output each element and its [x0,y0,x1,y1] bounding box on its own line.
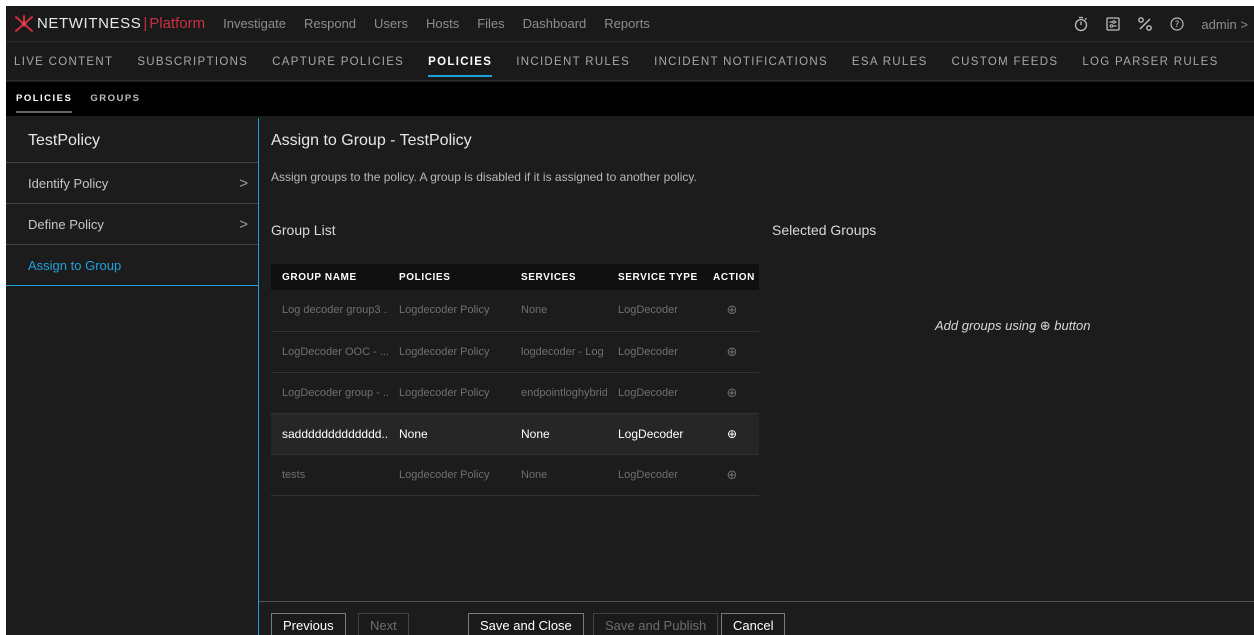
cell-service-type: LogDecoder [607,290,705,332]
tab-policies[interactable]: POLICIES [428,43,493,81]
tab-log-parser-rules[interactable]: LOG PARSER RULES [1082,43,1218,81]
cell-policies: None [388,413,510,455]
admin-menu[interactable]: admin > [1201,17,1248,32]
sub-tabs: POLICIES GROUPS [6,82,1254,116]
stopwatch-icon[interactable] [1065,6,1097,42]
tab-incident-notifications[interactable]: INCIDENT NOTIFICATIONS [654,43,828,81]
group-list-title: Group List [271,222,336,238]
cell-policies: Logdecoder Policy [388,331,510,373]
nav-investigate[interactable]: Investigate [223,16,286,31]
wizard-footer: Previous Next Save and Close Save and Pu… [259,601,1254,635]
cell-services: endpointloghybrid [510,372,607,414]
cell-policies: Logdecoder Policy [388,454,510,496]
cell-service-type: LogDecoder [607,331,705,373]
table-row[interactable]: saddddddddddddd... None None LogDecoder … [271,413,759,455]
cancel-button[interactable]: Cancel [721,613,786,635]
table-row: tests Logdecoder Policy None LogDecoder … [271,454,759,496]
top-right-tools: ? admin > [1065,6,1254,42]
cell-group-name: Log decoder group3 ... [271,290,388,332]
step-label: Define Policy [28,217,104,232]
main-nav-links: Investigate Respond Users Hosts Files Da… [223,16,650,31]
cell-policies: Logdecoder Policy [388,290,510,332]
brand-platform: Platform [149,15,206,32]
nav-respond[interactable]: Respond [304,16,356,31]
cell-services: None [510,454,607,496]
cell-services: None [510,290,607,332]
config-tabs: LIVE CONTENT SUBSCRIPTIONS CAPTURE POLIC… [6,43,1254,81]
nav-files[interactable]: Files [477,16,504,31]
svg-text:?: ? [1175,20,1180,30]
selected-groups-title: Selected Groups [772,222,877,238]
step-label: Identify Policy [28,176,109,191]
save-and-close-button[interactable]: Save and Close [468,613,584,635]
step-assign-to-group[interactable]: Assign to Group [6,245,258,286]
page-title: Assign to Group - TestPolicy [271,132,472,149]
next-button[interactable]: Next [358,613,409,635]
cell-services: logdecoder - Log D [510,331,607,373]
cell-services: None [510,413,607,455]
subtab-groups[interactable]: GROUPS [90,82,140,116]
step-define-policy[interactable]: Define Policy > [6,204,258,245]
cell-service-type: LogDecoder [607,372,705,414]
cell-service-type: LogDecoder [607,454,705,496]
column-header-service-type[interactable]: SERVICE TYPE [607,264,705,290]
column-header-policies[interactable]: POLICIES [388,264,510,290]
add-circle-icon: ⊕ [705,331,759,373]
tab-esa-rules[interactable]: ESA RULES [852,43,928,81]
cell-group-name: tests [271,454,388,496]
wizard-steps-panel: TestPolicy Identify Policy > Define Poli… [6,118,259,635]
cell-service-type: LogDecoder [607,413,705,455]
tab-incident-rules[interactable]: INCIDENT RULES [516,43,630,81]
brand-separator: | [143,15,148,32]
table-header-row: GROUP NAME POLICIES SERVICES SERVICE TYP… [271,264,759,290]
step-label: Assign to Group [28,258,122,273]
cell-group-name: LogDecoder group - ... [271,372,388,414]
top-navigation: NETWITNESS | Platform Investigate Respon… [6,6,1254,42]
save-and-publish-button[interactable]: Save and Publish [593,613,719,635]
tab-subscriptions[interactable]: SUBSCRIPTIONS [137,43,248,81]
column-header-action: ACTION [705,264,759,290]
cell-policies: Logdecoder Policy [388,372,510,414]
help-icon[interactable]: ? [1161,6,1193,42]
tab-capture-policies[interactable]: CAPTURE POLICIES [272,43,404,81]
brand-name: NETWITNESS [37,15,142,32]
chevron-right-icon: > [239,216,248,233]
step-identify-policy[interactable]: Identify Policy > [6,163,258,204]
tab-custom-feeds[interactable]: CUSTOM FEEDS [952,43,1059,81]
column-header-group-name[interactable]: GROUP NAME [271,264,388,290]
tools-icon[interactable] [1129,6,1161,42]
add-circle-icon: ⊕ [705,454,759,496]
tab-live-content[interactable]: LIVE CONTENT [14,43,113,81]
group-table: GROUP NAME POLICIES SERVICES SERVICE TYP… [271,264,759,496]
add-circle-icon[interactable]: ⊕ [705,413,759,455]
app-window: NETWITNESS | Platform Investigate Respon… [6,6,1254,635]
selected-groups-empty-message: Add groups using ⊕ button [935,318,1091,333]
subtab-policies[interactable]: POLICIES [16,82,73,116]
policy-name-title: TestPolicy [6,118,258,163]
nav-users[interactable]: Users [374,16,408,31]
cell-group-name: saddddddddddddd... [271,413,388,455]
add-circle-icon: ⊕ [705,372,759,414]
list-settings-icon[interactable] [1097,6,1129,42]
add-circle-icon: ⊕ [705,290,759,332]
main-content: Assign to Group - TestPolicy Assign grou… [259,118,1254,635]
column-header-services[interactable]: SERVICES [510,264,607,290]
table-row: Log decoder group3 ... Logdecoder Policy… [271,290,759,332]
previous-button[interactable]: Previous [271,613,346,635]
table-row: LogDecoder OOC - ... Logdecoder Policy l… [271,331,759,373]
cell-group-name: LogDecoder OOC - ... [271,331,388,373]
table-row: LogDecoder group - ... Logdecoder Policy… [271,372,759,414]
chevron-right-icon: > [239,175,248,192]
nav-dashboard[interactable]: Dashboard [523,16,587,31]
nav-hosts[interactable]: Hosts [426,16,459,31]
nav-reports[interactable]: Reports [604,16,650,31]
brand[interactable]: NETWITNESS | Platform [6,6,205,42]
page-description: Assign groups to the policy. A group is … [271,170,697,184]
netwitness-logo-icon [15,14,33,32]
